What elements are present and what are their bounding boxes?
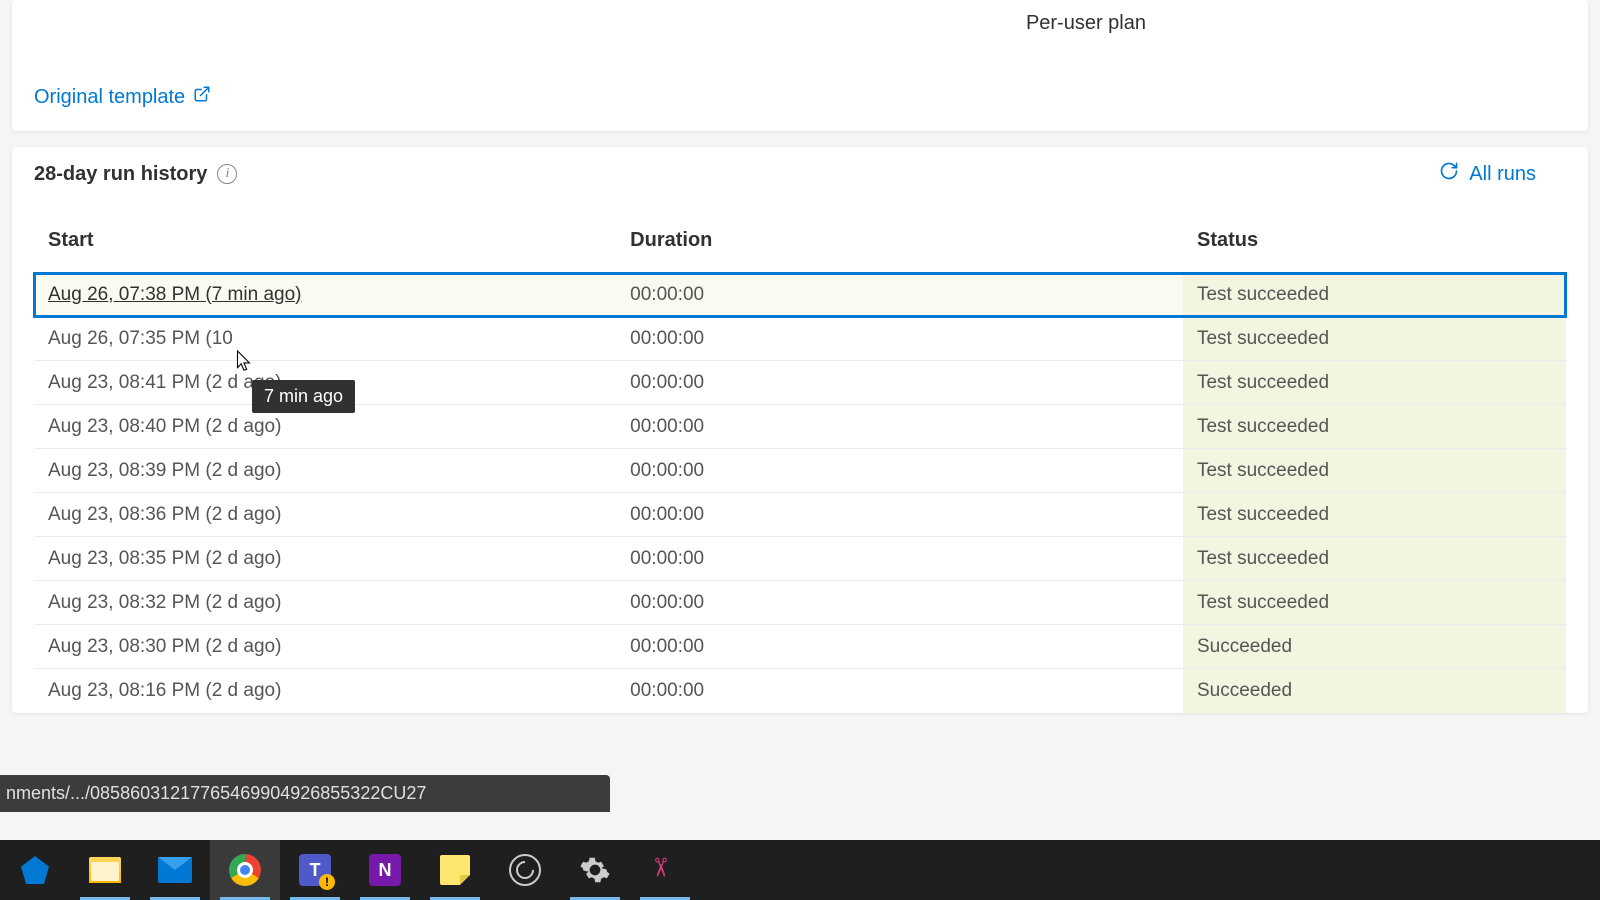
run-duration: 00:00:00 — [616, 317, 1183, 361]
flow-details-card: Per-user plan Original template — [12, 0, 1588, 131]
folder-icon — [89, 857, 121, 883]
run-status: Test succeeded — [1183, 449, 1566, 493]
gear-icon — [577, 852, 613, 888]
external-link-icon — [193, 85, 211, 109]
column-header-duration[interactable]: Duration — [616, 201, 1183, 273]
teams-icon: T! — [299, 854, 331, 886]
original-template-text: Original template — [34, 86, 185, 109]
run-start-time[interactable]: Aug 23, 08:39 PM (2 d ago) — [48, 460, 281, 481]
run-status: Test succeeded — [1183, 273, 1566, 317]
run-row[interactable]: Aug 23, 08:39 PM (2 d ago) 00:00:00Test s… — [34, 449, 1566, 493]
run-row[interactable]: Aug 26, 07:35 PM (10 00:00:00Test succeed… — [34, 317, 1566, 361]
scissors-icon — [649, 854, 681, 886]
run-duration: 00:00:00 — [616, 625, 1183, 669]
taskbar-file-explorer[interactable] — [70, 840, 140, 900]
taskbar-snipping-tool[interactable] — [630, 840, 700, 900]
run-row[interactable]: Aug 26, 07:38 PM (7 min ago) 00:00:00Test… — [34, 273, 1566, 317]
edge-icon — [21, 856, 49, 884]
mail-icon — [158, 857, 192, 883]
run-history-card: 28-day run history i All runs Start — [12, 147, 1588, 713]
run-status: Test succeeded — [1183, 537, 1566, 581]
run-status: Test succeeded — [1183, 361, 1566, 405]
run-status: Test succeeded — [1183, 405, 1566, 449]
run-status: Test succeeded — [1183, 493, 1566, 537]
all-runs-text: All runs — [1469, 163, 1536, 186]
run-duration: 00:00:00 — [616, 449, 1183, 493]
taskbar-onenote[interactable]: N — [350, 840, 420, 900]
run-history-header: 28-day run history i All runs — [12, 147, 1588, 201]
info-icon[interactable]: i — [217, 164, 237, 184]
run-start-time[interactable]: Aug 23, 08:41 PM (2 d ago) — [48, 372, 281, 393]
windows-taskbar: T! N — [0, 840, 1600, 900]
run-status: Succeeded — [1183, 669, 1566, 713]
run-start-time[interactable]: Aug 23, 08:40 PM (2 d ago) — [48, 416, 281, 437]
all-runs-link[interactable]: All runs — [1439, 161, 1566, 187]
taskbar-edge[interactable] — [0, 840, 70, 900]
run-start-time[interactable]: Aug 23, 08:30 PM (2 d ago) — [48, 636, 281, 657]
column-header-start[interactable]: Start — [34, 201, 616, 273]
onenote-icon: N — [369, 854, 401, 886]
hover-tooltip: 7 min ago — [252, 380, 355, 413]
browser-status-bar: nments/.../08586031217765469904926855322… — [0, 775, 610, 812]
run-start-time[interactable]: Aug 23, 08:16 PM (2 d ago) — [48, 680, 281, 701]
taskbar-teams[interactable]: T! — [280, 840, 350, 900]
run-row[interactable]: Aug 23, 08:30 PM (2 d ago) 00:00:00Succee… — [34, 625, 1566, 669]
taskbar-mail[interactable] — [140, 840, 210, 900]
obs-icon — [509, 854, 541, 886]
refresh-icon — [1439, 161, 1459, 187]
run-start-time[interactable]: Aug 23, 08:36 PM (2 d ago) — [48, 504, 281, 525]
original-template-link[interactable]: Original template — [34, 85, 211, 109]
run-start-time[interactable]: Aug 23, 08:32 PM (2 d ago) — [48, 592, 281, 613]
warning-badge-icon: ! — [319, 874, 335, 890]
run-status: Test succeeded — [1183, 581, 1566, 625]
sticky-notes-icon — [440, 855, 470, 885]
plan-label: Per-user plan — [34, 12, 1566, 35]
run-history-table: Start Duration Status Aug 26, 07:38 PM (… — [34, 201, 1566, 713]
run-status: Test succeeded — [1183, 317, 1566, 361]
run-start-time[interactable]: Aug 26, 07:35 PM (10 — [48, 328, 233, 349]
chrome-icon — [229, 854, 261, 886]
run-duration: 00:00:00 — [616, 581, 1183, 625]
run-row[interactable]: Aug 23, 08:36 PM (2 d ago) 00:00:00Test s… — [34, 493, 1566, 537]
column-header-status[interactable]: Status — [1183, 201, 1566, 273]
run-history-title: 28-day run history — [34, 163, 207, 186]
run-row[interactable]: Aug 23, 08:16 PM (2 d ago) 00:00:00Succee… — [34, 669, 1566, 713]
run-duration: 00:00:00 — [616, 361, 1183, 405]
run-duration: 00:00:00 — [616, 493, 1183, 537]
run-start-time[interactable]: Aug 23, 08:35 PM (2 d ago) — [48, 548, 281, 569]
taskbar-chrome[interactable] — [210, 840, 280, 900]
run-row[interactable]: Aug 23, 08:32 PM (2 d ago) 00:00:00Test s… — [34, 581, 1566, 625]
run-duration: 00:00:00 — [616, 669, 1183, 713]
run-duration: 00:00:00 — [616, 405, 1183, 449]
run-duration: 00:00:00 — [616, 273, 1183, 317]
run-row[interactable]: Aug 23, 08:35 PM (2 d ago) 00:00:00Test s… — [34, 537, 1566, 581]
taskbar-sticky-notes[interactable] — [420, 840, 490, 900]
taskbar-settings[interactable] — [560, 840, 630, 900]
run-start-time[interactable]: Aug 26, 07:38 PM (7 min ago) — [48, 284, 301, 305]
run-duration: 00:00:00 — [616, 537, 1183, 581]
taskbar-obs[interactable] — [490, 840, 560, 900]
run-status: Succeeded — [1183, 625, 1566, 669]
